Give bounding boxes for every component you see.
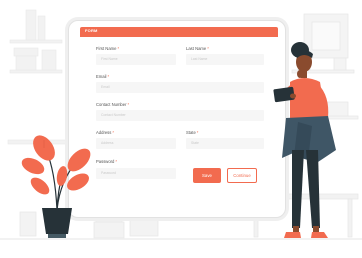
illustration-scene: FORM First Name* First Name Last Name* L… <box>0 0 362 258</box>
woman-illustration <box>273 42 336 238</box>
potted-plant-icon <box>21 135 91 238</box>
foreground-illustration <box>21 42 336 238</box>
